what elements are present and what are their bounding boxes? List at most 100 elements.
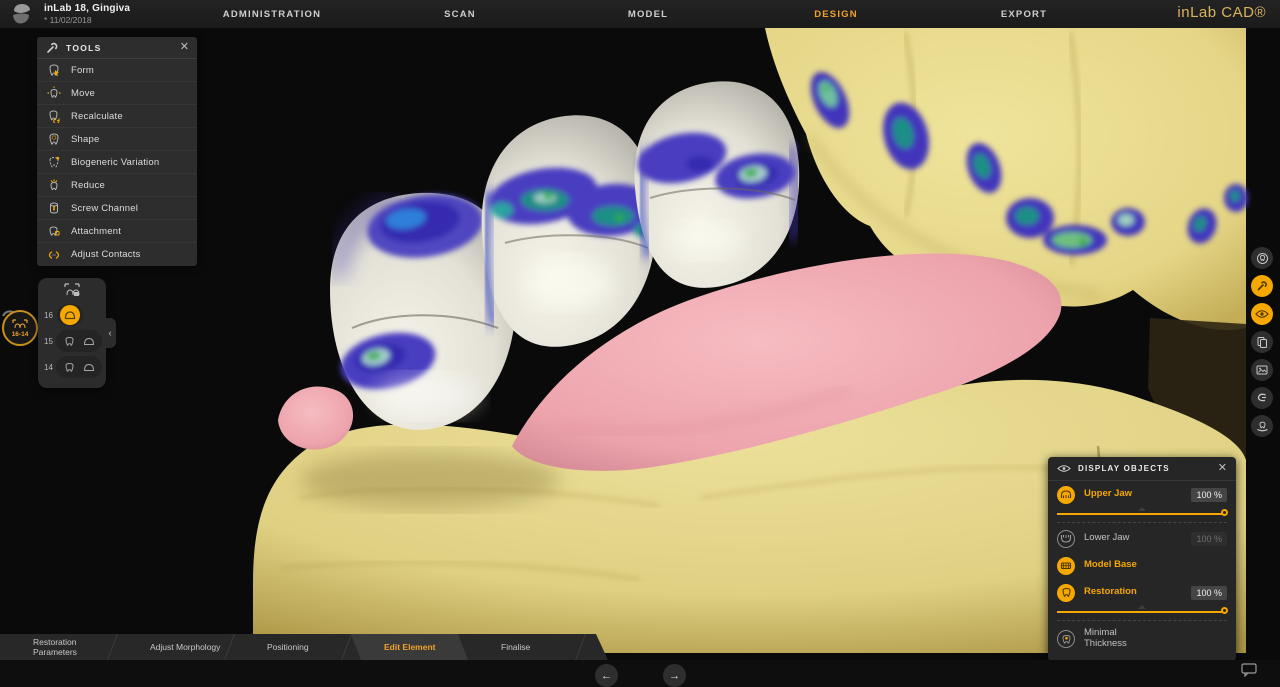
tools-icon[interactable] (1251, 275, 1273, 297)
restoration-range-label: 16-14 (12, 331, 29, 338)
recalculate-icon (47, 109, 61, 123)
restoration-opacity-value: 100 % (1191, 586, 1227, 600)
tools-panel-title: TOOLS (66, 43, 180, 53)
shape-icon (47, 132, 61, 146)
display-objects-title: DISPLAY OBJECTS (1078, 464, 1218, 473)
upper-jaw-opacity-slider[interactable] (1057, 508, 1227, 523)
bridge-icon (12, 319, 28, 330)
adjust-contacts-icon (47, 248, 61, 262)
tool-item-recalculate[interactable]: Recalculate (37, 105, 197, 128)
tooth-15-anatomic-button[interactable] (59, 331, 79, 351)
tool-item-adjust-contacts[interactable]: Adjust Contacts (37, 243, 197, 266)
project-name: inLab 18, Gingiva (44, 3, 194, 14)
upper-jaw-icon (1057, 486, 1075, 504)
upper-jaw-opacity-value: 100 % (1191, 488, 1227, 502)
tool-item-shape[interactable]: Shape (37, 128, 197, 151)
minimal-thickness-icon (1057, 630, 1075, 648)
step-edit-element[interactable]: Edit Element (351, 634, 468, 660)
previous-step-button[interactable]: ← (595, 664, 618, 687)
tooth-16-crown-button[interactable] (60, 305, 80, 325)
tool-item-move[interactable]: Move (37, 82, 197, 105)
wrench-icon (45, 41, 59, 55)
lower-jaw-opacity-value: 100 % (1191, 532, 1227, 546)
phase-tabs: ADMINISTRATION SCAN MODEL DESIGN EXPORT (178, 0, 1118, 28)
tool-item-screw-channel[interactable]: Screw Channel (37, 197, 197, 220)
restoration-icon (1057, 584, 1075, 602)
tooth-outline-icon (64, 336, 75, 347)
tooth-number: 15 (44, 337, 53, 346)
tool-item-biogeneric-variation[interactable]: Biogeneric Variation (37, 151, 197, 174)
collapse-panel-chevron[interactable]: ‹ (104, 318, 116, 348)
bottom-strip (0, 660, 1280, 687)
tooth-15-crown-button[interactable] (79, 331, 99, 351)
eye-icon (1057, 464, 1071, 473)
project-info: inLab 18, Gingiva * 11/02/2018 (44, 3, 194, 25)
tool-item-reduce[interactable]: Reduce (37, 174, 197, 197)
tool-item-attachment[interactable]: Attachment (37, 220, 197, 243)
display-row-upper-jaw[interactable]: Upper Jaw 100 % (1048, 481, 1236, 508)
biogeneric-variation-icon (47, 155, 61, 169)
inlab-cad-window: inLab 18, Gingiva * 11/02/2018 ADMINISTR… (0, 0, 1280, 687)
reduce-icon (47, 178, 61, 192)
workflow-steps-bar: Restoration Parameters Adjust Morphology… (0, 634, 608, 660)
display-row-restoration[interactable]: Restoration 100 % (1048, 579, 1236, 606)
tooth-row-16: 16 (38, 302, 106, 328)
step-adjust-morphology[interactable]: Adjust Morphology (117, 634, 234, 660)
screw-channel-icon (47, 201, 61, 215)
tooth-14-anatomic-button[interactable] (59, 357, 79, 377)
move-tooth-icon (47, 86, 61, 100)
tab-model[interactable]: MODEL (554, 0, 742, 28)
tab-export[interactable]: EXPORT (930, 0, 1118, 28)
copy-document-icon[interactable] (1251, 331, 1273, 353)
tab-scan[interactable]: SCAN (366, 0, 554, 28)
sirona-logo-icon (6, 1, 36, 27)
display-row-model-base[interactable]: Model Base (1048, 552, 1236, 579)
tool-item-form[interactable]: Form (37, 59, 197, 82)
crown-15[interactable] (482, 115, 659, 347)
tooth-outline-icon (64, 362, 75, 373)
restoration-opacity-slider[interactable] (1057, 606, 1227, 621)
tooth-number: 16 (44, 311, 54, 320)
tooth-14-crown-button[interactable] (79, 357, 99, 377)
tools-panel-header: TOOLS ✕ (37, 37, 197, 59)
tools-close-icon[interactable]: ✕ (180, 42, 189, 53)
step-finalise[interactable]: Finalise (468, 634, 585, 660)
crown-outline-icon (83, 362, 95, 372)
slider-knob[interactable] (1221, 607, 1228, 614)
step-restoration-parameters[interactable]: Restoration Parameters (0, 634, 117, 660)
form-tooth-icon (47, 63, 61, 77)
crown-outline-icon (83, 336, 95, 346)
polish-tooth-icon[interactable] (1251, 415, 1273, 437)
screenshot-icon[interactable] (1251, 359, 1273, 381)
display-objects-close-icon[interactable]: ✕ (1218, 463, 1227, 474)
tab-design[interactable]: DESIGN (742, 0, 930, 28)
tooth-row-14: 14 (38, 354, 106, 380)
model-base-icon (1057, 557, 1075, 575)
tooth-number: 14 (44, 363, 53, 372)
next-step-button[interactable]: → (663, 664, 686, 687)
articulator-icon[interactable] (1251, 387, 1273, 409)
display-objects-icon[interactable] (1251, 303, 1273, 325)
right-toolbar (1251, 247, 1275, 443)
app-brand: inLab CAD® (1177, 4, 1266, 21)
top-bar: inLab 18, Gingiva * 11/02/2018 ADMINISTR… (0, 0, 1280, 28)
display-row-minimal-thickness[interactable]: Minimal Thickness (1048, 623, 1236, 655)
display-objects-header: DISPLAY OBJECTS ✕ (1048, 457, 1236, 481)
tooth-analysis-icon[interactable] (1251, 247, 1273, 269)
project-date: * 11/02/2018 (44, 15, 194, 25)
display-row-lower-jaw[interactable]: Lower Jaw 100 % (1048, 525, 1236, 552)
tab-administration[interactable]: ADMINISTRATION (178, 0, 366, 28)
crown-filled-icon (64, 310, 76, 320)
bridge-selector-icon (62, 282, 82, 298)
restoration-range-badge[interactable]: 16-14 (2, 310, 38, 346)
tooth-row-15: 15 (38, 328, 106, 354)
step-positioning[interactable]: Positioning (234, 634, 351, 660)
speech-bubble-icon[interactable] (1241, 663, 1258, 677)
slider-knob[interactable] (1221, 509, 1228, 516)
tooth-selector-panel: 16 15 14 (38, 278, 106, 388)
display-objects-panel: DISPLAY OBJECTS ✕ Upper Jaw 100 % Lower … (1048, 457, 1236, 661)
attachment-icon (47, 224, 61, 238)
lower-jaw-icon (1057, 530, 1075, 548)
tools-panel: TOOLS ✕ Form Move Recalculate Shape Biog… (37, 37, 197, 266)
crown-14[interactable] (633, 81, 799, 288)
